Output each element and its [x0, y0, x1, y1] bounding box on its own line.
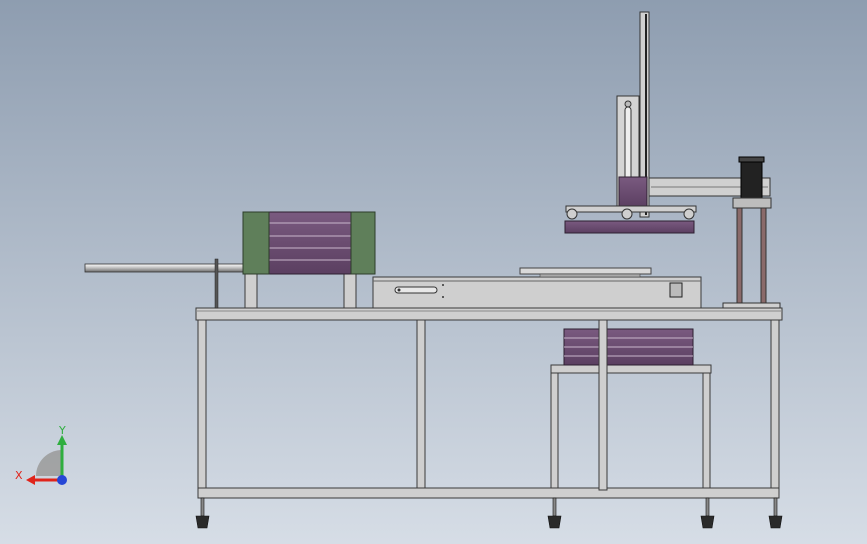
- foot-pad-4: [768, 515, 783, 529]
- foot-stem-1: [200, 497, 205, 517]
- gripper-plate[interactable]: [564, 220, 695, 234]
- z-carriage-purple-block: [618, 176, 648, 208]
- right-support-plate: [732, 197, 772, 209]
- shelf-leg-left: [550, 372, 559, 489]
- conveyor-slot[interactable]: [394, 286, 438, 294]
- arm-motor[interactable]: [740, 157, 763, 199]
- lower-purple-stack[interactable]: [563, 328, 694, 366]
- conveyor-rail-support: [539, 273, 641, 278]
- long-shaft: [84, 263, 244, 273]
- triad-x-label: X: [15, 469, 23, 482]
- shaft-support-post: [214, 258, 219, 309]
- conveyor-screw-3: [442, 296, 444, 298]
- magazine-leg-right: [343, 273, 357, 309]
- magazine-green-left: [242, 211, 270, 275]
- table-leg-left: [197, 319, 207, 499]
- table-bottom-rail: [197, 487, 780, 499]
- z-carriage-slot: [624, 106, 632, 181]
- magazine-green-right: [350, 211, 376, 275]
- shelf-leg-right: [702, 372, 711, 489]
- cad-viewport[interactable]: Y X: [0, 0, 867, 544]
- foot-pad-3: [700, 515, 715, 529]
- arm-motor-cap: [738, 156, 765, 163]
- right-support-post-right: [760, 207, 767, 305]
- gripper-wheel-3: [683, 208, 695, 220]
- conveyor-control-port[interactable]: [669, 282, 683, 298]
- foot-stem-4: [773, 497, 778, 517]
- z-carriage-hole: [624, 100, 632, 108]
- triad-z-axis: [57, 475, 67, 485]
- magazine-purple-body: [261, 211, 358, 275]
- triad-y-label: Y: [58, 424, 66, 437]
- right-support-base: [722, 302, 781, 309]
- gripper-wheel-2: [621, 208, 633, 220]
- right-support-post-left: [736, 207, 743, 305]
- magazine-leg-left: [244, 273, 258, 309]
- conveyor-screw-1: [397, 288, 401, 292]
- foot-stem-3: [705, 497, 710, 517]
- conveyor-top-rail: [519, 267, 652, 275]
- conveyor-screw-2: [442, 284, 444, 286]
- table-leg-middle: [416, 319, 426, 491]
- foot-stem-2: [552, 497, 557, 517]
- gripper-wheel-1: [566, 208, 578, 220]
- shelf-top: [550, 364, 712, 374]
- foot-pad-1: [195, 515, 210, 529]
- foot-pad-2: [547, 515, 562, 529]
- table-leg-right: [770, 319, 780, 499]
- table-top-plate: [195, 307, 783, 321]
- table-leg-inner-front: [598, 319, 608, 491]
